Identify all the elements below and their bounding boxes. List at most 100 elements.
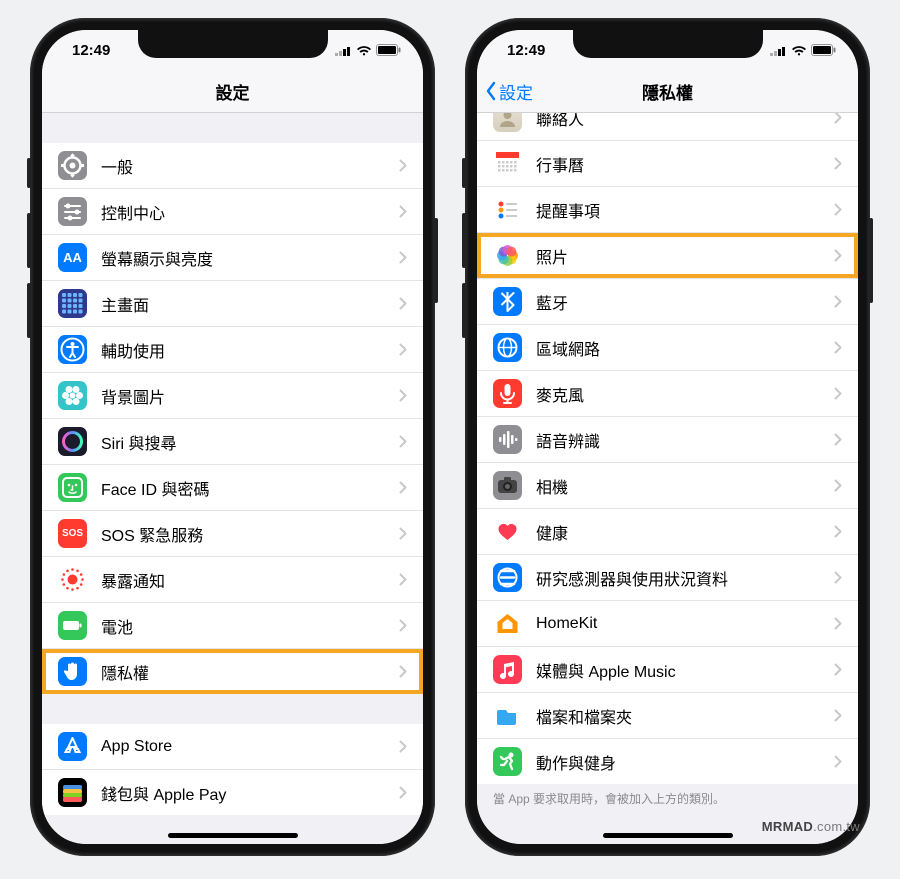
row-label: 隱私權 (101, 660, 385, 684)
settings-row-appstore[interactable]: App Store (42, 724, 423, 770)
chevron-right-icon (834, 755, 842, 768)
battery-icon (811, 44, 836, 56)
back-label: 設定 (499, 79, 533, 104)
row-label: 主畫面 (101, 292, 385, 316)
chevron-right-icon (399, 297, 407, 310)
homekit-icon (493, 609, 522, 638)
settings-row-faceid[interactable]: Face ID 與密碼 (42, 465, 423, 511)
chevron-left-icon (485, 81, 497, 101)
page-title: 隱私權 (642, 79, 693, 104)
chevron-right-icon (834, 295, 842, 308)
mic-icon (493, 379, 522, 408)
row-label: 區域網路 (536, 336, 820, 360)
settings-row-bluetooth[interactable]: 藍牙 (477, 279, 858, 325)
settings-row-contacts[interactable]: 聯絡人 (477, 113, 858, 141)
settings-row-health[interactable]: 健康 (477, 509, 858, 555)
access-icon (58, 335, 87, 364)
contacts-icon (493, 113, 522, 132)
settings-list[interactable]: 一般 控制中心 AA 螢幕顯示與亮度 主畫面 輔助使用 背景圖片 Siri 與搜… (42, 113, 423, 844)
settings-row-speech[interactable]: 語音辨識 (477, 417, 858, 463)
exposure-icon (58, 565, 87, 594)
speech-icon (493, 425, 522, 454)
settings-row-music[interactable]: 媒體與 Apple Music (477, 647, 858, 693)
settings-row-access[interactable]: 輔助使用 (42, 327, 423, 373)
row-label: App Store (101, 738, 385, 756)
settings-row-network[interactable]: 區域網路 (477, 325, 858, 371)
settings-row-calendar[interactable]: 行事曆 (477, 141, 858, 187)
settings-row-siri[interactable]: Siri 與搜尋 (42, 419, 423, 465)
home-indicator[interactable] (168, 833, 298, 838)
wifi-icon (791, 45, 807, 56)
settings-row-camera[interactable]: 相機 (477, 463, 858, 509)
row-label: 研究感測器與使用狀況資料 (536, 566, 820, 590)
row-label: Siri 與搜尋 (101, 430, 385, 454)
row-label: 麥克風 (536, 382, 820, 406)
chevron-right-icon (399, 619, 407, 632)
research-icon (493, 563, 522, 592)
row-label: 照片 (536, 244, 820, 268)
settings-row-research[interactable]: 研究感測器與使用狀況資料 (477, 555, 858, 601)
motion-icon (493, 747, 522, 776)
settings-row-sliders[interactable]: 控制中心 (42, 189, 423, 235)
network-icon (493, 333, 522, 362)
chevron-right-icon (399, 343, 407, 356)
bluetooth-icon (493, 287, 522, 316)
settings-row-motion[interactable]: 動作與健身 (477, 739, 858, 784)
phone-left: 12:49 設定 一般 控制中心 AA 螢幕顯示與亮度 主畫面 輔助使用 (30, 18, 435, 856)
settings-row-mic[interactable]: 麥克風 (477, 371, 858, 417)
flower-icon (58, 381, 87, 410)
camera-icon (493, 471, 522, 500)
row-label: 提醒事項 (536, 198, 820, 222)
signal-icon (770, 45, 787, 56)
row-label: Face ID 與密碼 (101, 476, 385, 500)
settings-row-grid[interactable]: 主畫面 (42, 281, 423, 327)
chevron-right-icon (834, 571, 842, 584)
gear-icon (58, 151, 87, 180)
settings-row-AA[interactable]: AA 螢幕顯示與亮度 (42, 235, 423, 281)
chevron-right-icon (834, 203, 842, 216)
row-label: 語音辨識 (536, 428, 820, 452)
settings-row-homekit[interactable]: HomeKit (477, 601, 858, 647)
settings-row-wallet[interactable]: 錢包與 Apple Pay (42, 770, 423, 815)
settings-row-battery[interactable]: 電池 (42, 603, 423, 649)
chevron-right-icon (399, 527, 407, 540)
settings-row-gear[interactable]: 一般 (42, 143, 423, 189)
back-button[interactable]: 設定 (485, 79, 533, 104)
settings-row-flower[interactable]: 背景圖片 (42, 373, 423, 419)
wifi-icon (356, 45, 372, 56)
status-time: 12:49 (507, 42, 545, 59)
faceid-icon (58, 473, 87, 502)
chevron-right-icon (399, 435, 407, 448)
health-icon (493, 517, 522, 546)
SOS-icon: SOS (58, 519, 87, 548)
status-time: 12:49 (72, 42, 110, 59)
siri-icon (58, 427, 87, 456)
chevron-right-icon (834, 525, 842, 538)
settings-row-files[interactable]: 檔案和檔案夾 (477, 693, 858, 739)
settings-row-hand[interactable]: 隱私權 (42, 649, 423, 694)
page-title: 設定 (216, 79, 250, 104)
row-label: 藍牙 (536, 290, 820, 314)
row-label: 控制中心 (101, 200, 385, 224)
notch (573, 30, 763, 58)
settings-row-reminders[interactable]: 提醒事項 (477, 187, 858, 233)
row-label: 檔案和檔案夾 (536, 704, 820, 728)
chevron-right-icon (399, 740, 407, 753)
chevron-right-icon (834, 663, 842, 676)
row-label: 行事曆 (536, 152, 820, 176)
settings-row-exposure[interactable]: 暴露通知 (42, 557, 423, 603)
chevron-right-icon (834, 249, 842, 262)
grid-icon (58, 289, 87, 318)
battery-icon (376, 44, 401, 56)
chevron-right-icon (834, 387, 842, 400)
row-label: 背景圖片 (101, 384, 385, 408)
music-icon (493, 655, 522, 684)
settings-row-photos[interactable]: 照片 (477, 233, 858, 279)
settings-row-SOS[interactable]: SOS SOS 緊急服務 (42, 511, 423, 557)
row-label: 暴露通知 (101, 568, 385, 592)
home-indicator[interactable] (603, 833, 733, 838)
row-label: 動作與健身 (536, 750, 820, 774)
chevron-right-icon (399, 786, 407, 799)
privacy-list[interactable]: 聯絡人 行事曆 提醒事項 照片 藍牙 區域網路 麥克風 語音辨識 相機 健康 (477, 113, 858, 844)
row-label: 電池 (101, 614, 385, 638)
